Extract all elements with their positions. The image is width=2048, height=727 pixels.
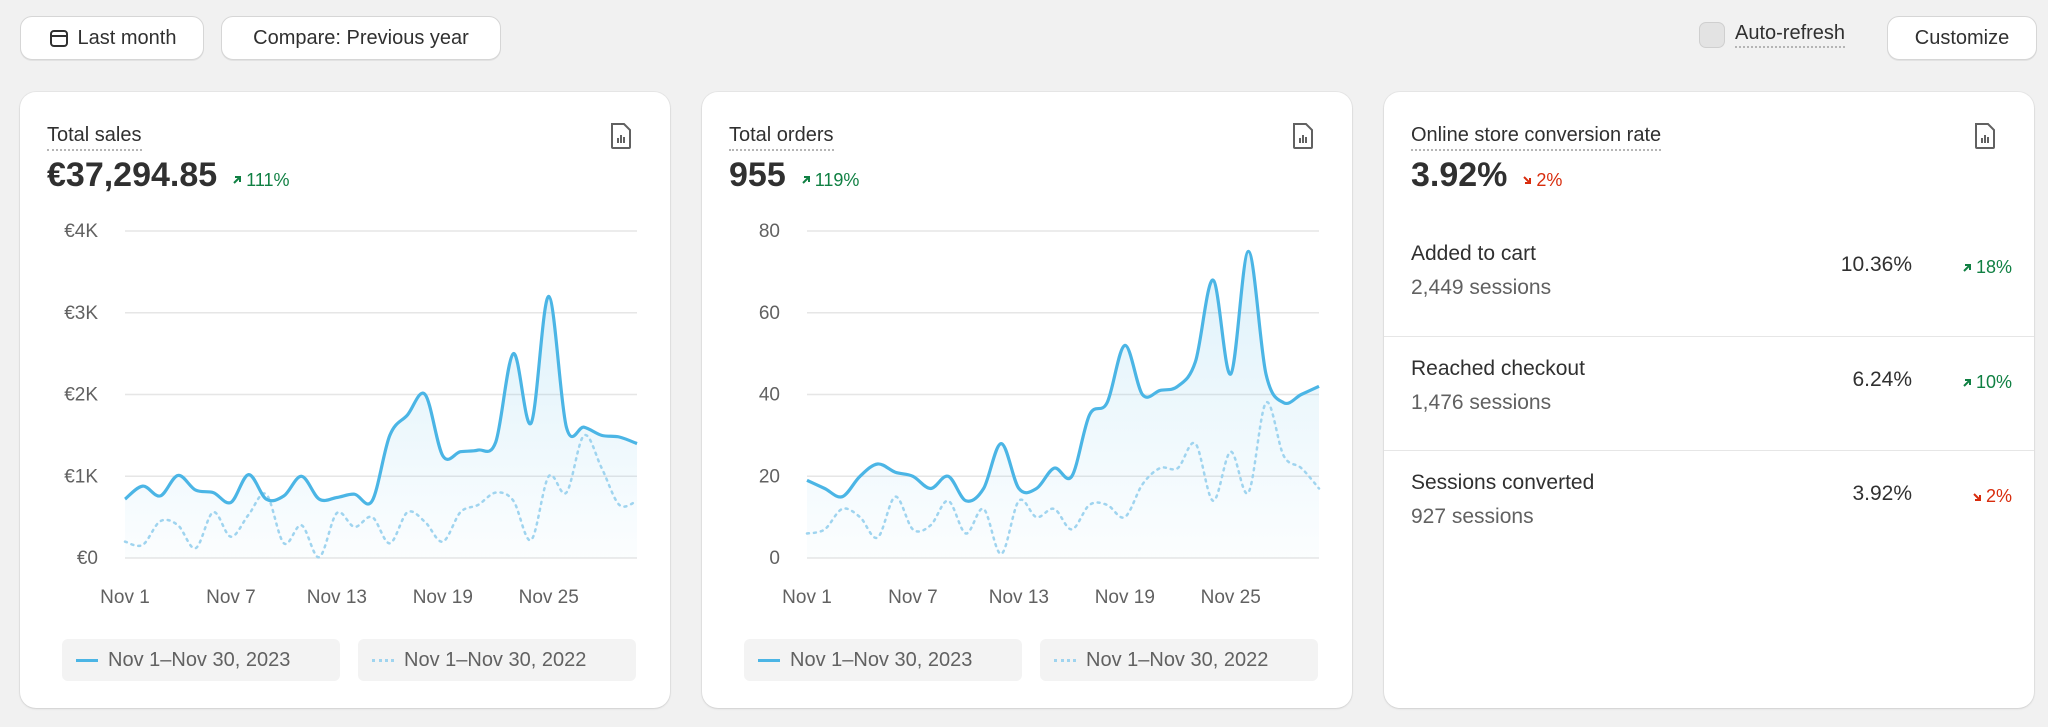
x-tick-label: Nov 13 <box>307 587 367 608</box>
funnel-sessions: 927 sessions <box>1411 505 1534 528</box>
legend-current-label: Nov 1–Nov 30, 2023 <box>108 648 291 671</box>
orders-chart: 0 20 40 60 80 Nov 1 Nov 7 Nov 13 Nov 19 Nov 25 <box>759 221 1321 608</box>
funnel-step-label: Added to cart <box>1411 242 1536 265</box>
funnel-rate: 10.36% <box>1840 253 1912 276</box>
metric-value-row: 3.92% 2% <box>1411 156 1562 195</box>
metric-value: 3.92% <box>1411 156 1508 194</box>
x-tick-label: Nov 7 <box>206 587 256 608</box>
conversion-rate-card: Online store conversion rate 3.92% 2% Ad… <box>1384 92 2034 708</box>
y-tick-label: 40 <box>759 385 780 406</box>
x-tick-label: Nov 1 <box>782 587 832 608</box>
change-value: 18% <box>1975 257 2012 277</box>
x-tick-label: Nov 7 <box>888 587 938 608</box>
x-tick-label: Nov 25 <box>519 587 579 608</box>
arrow-down-right-icon <box>1973 492 1981 501</box>
y-tick-label: 80 <box>759 221 780 242</box>
funnel-row: Reached checkout 1,476 sessions 6.24% 10… <box>1384 336 2034 450</box>
legend-current-label: Nov 1–Nov 30, 2023 <box>790 648 973 671</box>
auto-refresh-toggle[interactable]: Auto-refresh <box>1699 22 1846 48</box>
y-tick-label: 60 <box>759 303 780 324</box>
legend-previous[interactable]: Nov 1–Nov 30, 2022 <box>1040 639 1318 681</box>
y-tick-label: €4K <box>64 221 98 242</box>
funnel-rate: 6.24% <box>1852 368 1912 391</box>
customize-label: Customize <box>1914 26 2010 49</box>
funnel-sessions: 2,449 sessions <box>1411 276 1552 299</box>
legend-dotted-swatch <box>372 658 394 662</box>
funnel-sessions: 1,476 sessions <box>1411 391 1552 414</box>
change-value: 10% <box>1975 372 2012 392</box>
compare-label: Compare: Previous year <box>253 26 469 49</box>
legend-solid-swatch <box>758 658 780 662</box>
funnel-row: Sessions converted 927 sessions 3.92% 2% <box>1384 450 2034 564</box>
arrow-up-right-icon <box>1963 263 1971 272</box>
total-orders-card: Total orders 955 119% 0 20 40 60 80 Nov 1 Nov … <box>702 92 1352 708</box>
y-tick-label: €0 <box>77 548 98 569</box>
y-tick-label: €3K <box>64 303 98 324</box>
funnel-row: Added to cart 2,449 sessions 10.36% 18% <box>1384 222 2034 336</box>
y-tick-label: 0 <box>769 548 780 569</box>
legend-current[interactable]: Nov 1–Nov 30, 2023 <box>62 639 340 681</box>
export-report-icon[interactable] <box>1972 122 1998 150</box>
x-tick-label: Nov 19 <box>413 587 473 608</box>
metric-label[interactable]: Online store conversion rate <box>1411 124 1662 151</box>
arrow-up-right-icon <box>1963 378 1971 387</box>
funnel-step-label: Sessions converted <box>1411 471 1595 494</box>
auto-refresh-label: Auto-refresh <box>1735 22 1846 48</box>
legend-current[interactable]: Nov 1–Nov 30, 2023 <box>744 639 1022 681</box>
sales-chart: €0 €1K €2K €3K €4K Nov 1 Nov 7 Nov 13 Nov 19 Nov … <box>64 221 639 608</box>
date-range-label: Last month <box>77 26 177 49</box>
arrow-down-right-icon <box>1523 176 1532 184</box>
change-value: 2% <box>1536 169 1563 190</box>
x-tick-label: Nov 13 <box>989 587 1049 608</box>
change-badge: 2% <box>1971 486 2012 507</box>
auto-refresh-checkbox[interactable] <box>1699 22 1725 48</box>
change-badge: 18% <box>1961 257 2012 278</box>
funnel-rate: 3.92% <box>1852 482 1912 505</box>
change-badge: 2% <box>1521 170 1562 191</box>
legend-previous-label: Nov 1–Nov 30, 2022 <box>404 648 587 671</box>
y-tick-label: €2K <box>64 385 98 406</box>
calendar-icon <box>49 30 68 47</box>
x-tick-label: Nov 25 <box>1201 587 1261 608</box>
x-tick-label: Nov 19 <box>1095 587 1155 608</box>
legend-previous-label: Nov 1–Nov 30, 2022 <box>1086 648 1269 671</box>
customize-button[interactable]: Customize <box>1887 16 2037 60</box>
series-area-current <box>125 296 637 558</box>
funnel-step-label: Reached checkout <box>1411 357 1585 380</box>
x-tick-label: Nov 1 <box>100 587 150 608</box>
y-tick-label: €1K <box>64 466 98 487</box>
change-badge: 10% <box>1961 372 2012 393</box>
legend-previous[interactable]: Nov 1–Nov 30, 2022 <box>358 639 636 681</box>
total-sales-card: Total sales €37,294.85 111% €0 €1K €2K €3K €… <box>20 92 670 708</box>
date-range-button[interactable]: Last month <box>20 16 204 60</box>
legend-solid-swatch <box>76 658 98 662</box>
y-tick-label: 20 <box>759 466 780 487</box>
compare-button[interactable]: Compare: Previous year <box>221 16 501 60</box>
legend-dotted-swatch <box>1054 658 1076 662</box>
change-value: 2% <box>1985 486 2012 506</box>
